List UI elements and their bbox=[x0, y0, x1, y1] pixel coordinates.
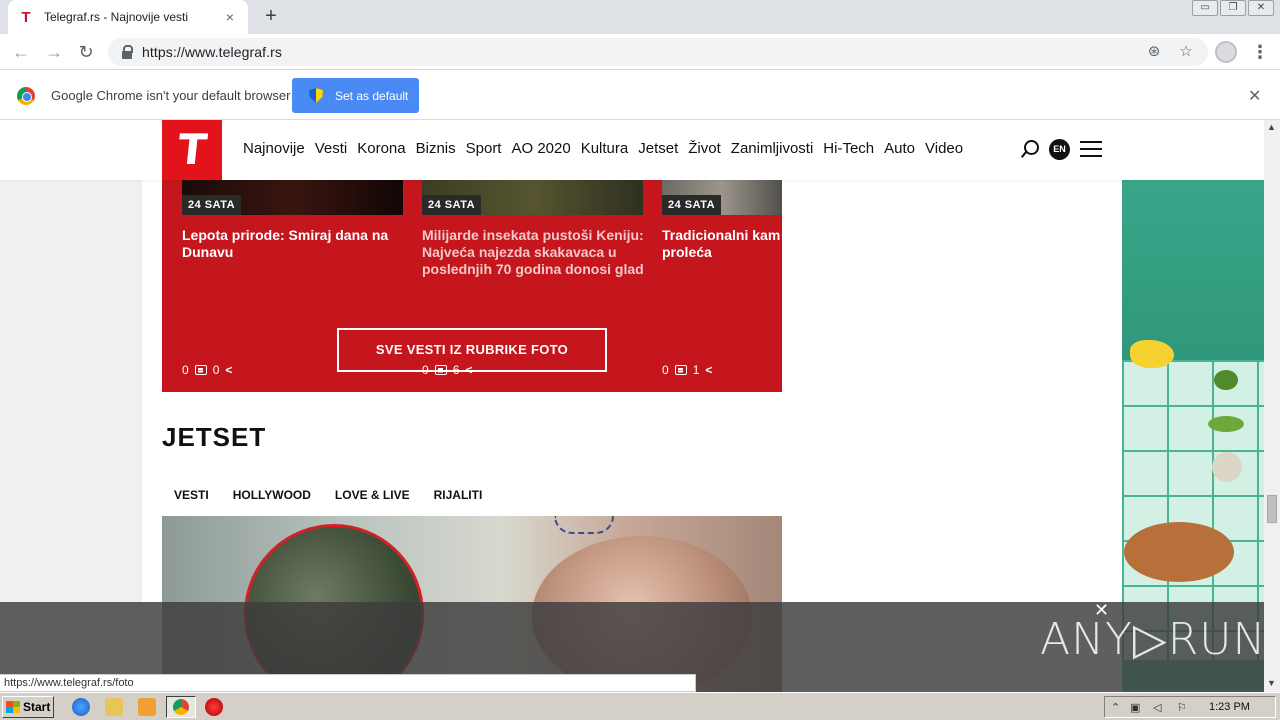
taskbar-chrome-button[interactable] bbox=[166, 696, 196, 718]
nav-item-biznis[interactable]: Biznis bbox=[416, 140, 456, 157]
foto-card-badge: 24 SATA bbox=[422, 195, 482, 215]
nav-item-zivot[interactable]: Život bbox=[688, 140, 721, 157]
media-player-icon[interactable] bbox=[138, 698, 156, 716]
status-url-bubble: https://www.telegraf.rs/foto bbox=[0, 674, 696, 692]
anyrun-logo: ANY▷RUN bbox=[1040, 614, 1267, 665]
nav-item-jetset[interactable]: Jetset bbox=[638, 140, 678, 157]
ad-cheese-board-image bbox=[1124, 522, 1234, 582]
telegraf-favicon-icon: T bbox=[21, 8, 31, 26]
jetset-tabs: VESTI HOLLYWOOD LOVE & LIVE RIJALITI bbox=[174, 488, 482, 502]
site-header: T Najnovije Vesti Korona Biznis Sport AO… bbox=[0, 120, 1264, 180]
uac-shield-icon bbox=[309, 88, 323, 103]
close-window-button[interactable]: ✕ bbox=[1248, 0, 1274, 16]
page-scrollbar[interactable]: ▲ ▼ bbox=[1264, 120, 1280, 692]
site-nav: Najnovije Vesti Korona Biznis Sport AO 2… bbox=[243, 140, 963, 157]
nav-item-auto[interactable]: Auto bbox=[884, 140, 915, 157]
restore-button[interactable]: ❐ bbox=[1220, 0, 1246, 16]
nav-item-najnovije[interactable]: Najnovije bbox=[243, 140, 305, 157]
new-tab-button[interactable]: + bbox=[260, 5, 282, 27]
browser-tab[interactable]: T Telegraf.rs - Najnovije vesti × bbox=[8, 0, 248, 34]
infobar-close-icon[interactable]: ✕ bbox=[1248, 86, 1261, 106]
back-arrow-icon[interactable]: ← bbox=[10, 41, 32, 63]
forward-arrow-icon[interactable]: → bbox=[43, 41, 65, 63]
foto-card-title[interactable]: Tradicionalni kam za doček proleća bbox=[662, 227, 782, 261]
nav-item-video[interactable]: Video bbox=[925, 140, 963, 157]
chrome-menu-icon[interactable]: ⋮ bbox=[1250, 41, 1270, 63]
foto-card-badge: 24 SATA bbox=[182, 195, 242, 215]
lock-icon[interactable] bbox=[120, 45, 134, 59]
foto-card-title[interactable]: Milijarde insekata pustoši Keniju: Najve… bbox=[422, 227, 644, 278]
jetset-tab-love-live[interactable]: LOVE & LIVE bbox=[335, 488, 410, 502]
volume-icon[interactable]: ◁ bbox=[1153, 701, 1161, 714]
foto-card-badge: 24 SATA bbox=[662, 195, 722, 215]
window-controls: ▭ ❐ ✕ bbox=[1192, 0, 1274, 16]
bookmark-star-icon[interactable]: ☆ bbox=[1176, 42, 1196, 62]
nav-item-ao2020[interactable]: AO 2020 bbox=[511, 140, 570, 157]
comment-count: 0 bbox=[182, 363, 189, 377]
ad-cheese-image bbox=[1212, 452, 1242, 482]
nav-item-kultura[interactable]: Kultura bbox=[581, 140, 629, 157]
site-settings-icon[interactable]: ⊛ bbox=[1144, 42, 1164, 62]
profile-avatar-icon[interactable] bbox=[1215, 41, 1237, 63]
comment-icon[interactable] bbox=[674, 365, 687, 375]
telegraf-logo[interactable]: T bbox=[162, 120, 222, 180]
ad-vegetable-image bbox=[1214, 370, 1238, 390]
windows-taskbar: Start ⌃ ▣ ◁ ⚐ 1:23 PM bbox=[0, 692, 1280, 720]
set-as-default-button[interactable]: Set as default bbox=[292, 78, 419, 113]
url-text[interactable]: https://www.telegraf.rs bbox=[142, 44, 282, 60]
foto-section: 24 SATA Lepota prirode: Smiraj dana na D… bbox=[162, 180, 782, 392]
reload-icon[interactable]: ↻ bbox=[75, 41, 97, 63]
action-center-flag-icon[interactable]: ⚐ bbox=[1177, 701, 1187, 714]
tray-expand-icon[interactable]: ⌃ bbox=[1111, 701, 1120, 714]
language-toggle-button[interactable]: EN bbox=[1049, 139, 1070, 160]
chrome-logo-icon bbox=[17, 87, 35, 105]
taskbar-clock[interactable]: 1:23 PM bbox=[1209, 701, 1250, 713]
search-icon[interactable] bbox=[1020, 139, 1040, 159]
foto-card-stats: 0 0 < bbox=[182, 363, 232, 377]
scroll-thumb[interactable] bbox=[1267, 495, 1277, 523]
logo-letter: T bbox=[175, 125, 209, 174]
windows-logo-icon bbox=[6, 701, 20, 713]
minimize-button[interactable]: ▭ bbox=[1192, 0, 1218, 16]
share-icon[interactable]: < bbox=[225, 363, 232, 377]
foto-card-title[interactable]: Lepota prirode: Smiraj dana na Dunavu bbox=[182, 227, 404, 261]
nav-item-hitech[interactable]: Hi-Tech bbox=[823, 140, 874, 157]
jetset-tab-rijaliti[interactable]: RIJALITI bbox=[434, 488, 483, 502]
share-icon[interactable]: < bbox=[705, 363, 712, 377]
opera-icon[interactable] bbox=[205, 698, 223, 716]
nav-item-vesti[interactable]: Vesti bbox=[315, 140, 348, 157]
share-count: 0 bbox=[212, 363, 220, 377]
start-label: Start bbox=[23, 700, 51, 714]
foto-card-stats: 0 1 < bbox=[662, 363, 712, 377]
internet-explorer-icon[interactable] bbox=[72, 698, 90, 716]
default-browser-infobar: Google Chrome isn't your default browser… bbox=[0, 71, 1280, 120]
scroll-up-icon[interactable]: ▲ bbox=[1267, 122, 1276, 132]
comment-count: 0 bbox=[662, 363, 669, 377]
infobar-message: Google Chrome isn't your default browser bbox=[51, 88, 291, 103]
scroll-down-icon[interactable]: ▼ bbox=[1267, 678, 1276, 688]
ad-banana-image bbox=[1130, 340, 1174, 368]
comment-icon[interactable] bbox=[194, 365, 207, 375]
browser-toolbar: ← → ↻ https://www.telegraf.rs ⊛ ☆ bbox=[0, 34, 1280, 70]
set-as-default-label: Set as default bbox=[335, 88, 409, 103]
jetset-tab-vesti[interactable]: VESTI bbox=[174, 488, 209, 502]
system-tray: ⌃ ▣ ◁ ⚐ bbox=[1104, 696, 1276, 718]
jetset-section-title[interactable]: JETSET bbox=[162, 422, 266, 453]
jetset-tab-hollywood[interactable]: HOLLYWOOD bbox=[233, 488, 311, 502]
share-count: 1 bbox=[692, 363, 700, 377]
address-bar[interactable]: https://www.telegraf.rs ⊛ ☆ bbox=[108, 38, 1208, 66]
network-icon[interactable]: ▣ bbox=[1130, 701, 1140, 714]
start-button[interactable]: Start bbox=[2, 696, 54, 718]
browser-titlebar: T Telegraf.rs - Najnovije vesti × + ▭ ❐ … bbox=[0, 0, 1280, 34]
folder-icon[interactable] bbox=[105, 698, 123, 716]
hero-photo-stamp bbox=[554, 516, 614, 534]
tab-title: Telegraf.rs - Najnovije vesti bbox=[44, 10, 189, 24]
tab-close-icon[interactable]: × bbox=[222, 9, 238, 25]
nav-item-sport[interactable]: Sport bbox=[466, 140, 502, 157]
hamburger-menu-icon[interactable] bbox=[1080, 141, 1102, 157]
nav-item-korona[interactable]: Korona bbox=[357, 140, 405, 157]
nav-item-zanimljivosti[interactable]: Zanimljivosti bbox=[731, 140, 814, 157]
ad-vegetable-image bbox=[1208, 416, 1244, 432]
all-foto-news-button[interactable]: SVE VESTI IZ RUBRIKE FOTO bbox=[337, 328, 607, 372]
